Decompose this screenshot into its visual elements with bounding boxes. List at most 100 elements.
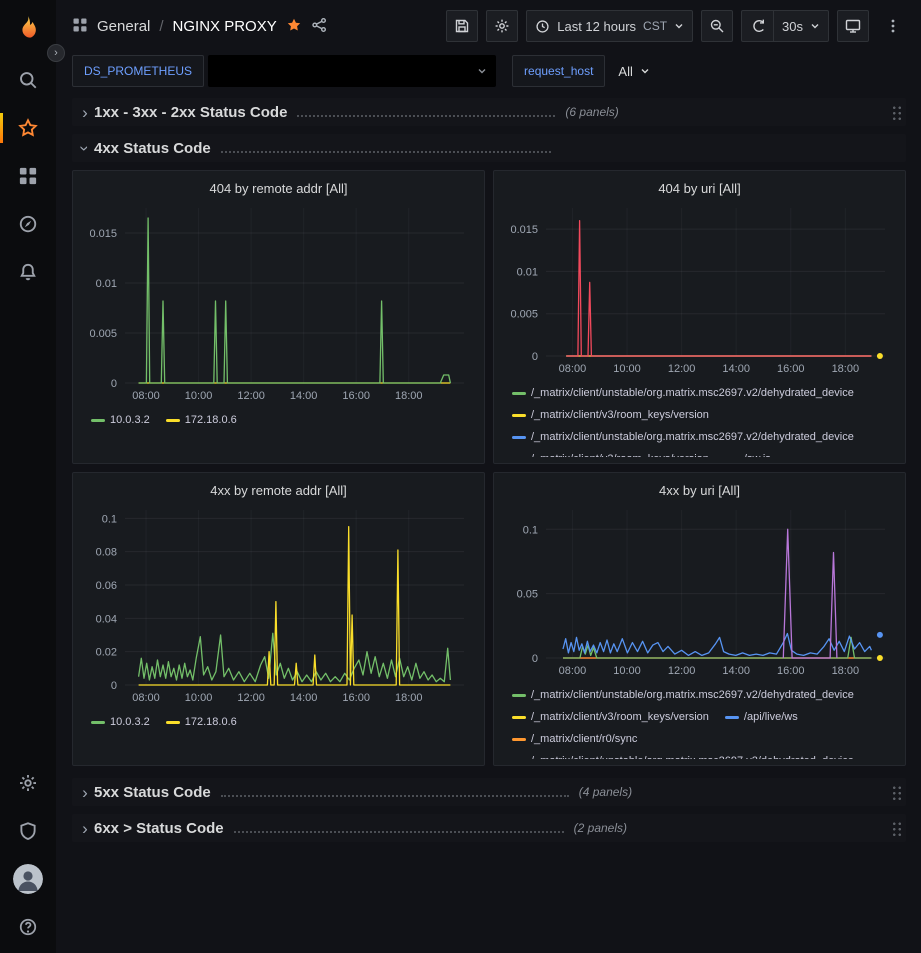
legend-item[interactable]: /_matrix/client/v3/room_keys/version <box>512 708 709 726</box>
dashboards-grid-icon <box>18 166 38 186</box>
gear-icon <box>494 18 510 34</box>
breadcrumb: General / NGINX PROXY <box>72 17 327 36</box>
svg-text:12:00: 12:00 <box>668 665 696 677</box>
svg-text:08:00: 08:00 <box>559 665 587 677</box>
variable-datasource: DS_PROMETHEUS <box>72 55 496 87</box>
legend-item[interactable]: /api/live/ws <box>725 708 798 726</box>
sidebar-item-configuration[interactable] <box>0 759 56 807</box>
legend-series-swatch <box>166 721 180 724</box>
dashboard-settings-button[interactable] <box>486 10 518 42</box>
refresh-interval-label: 30s <box>782 19 803 34</box>
svg-text:14:00: 14:00 <box>722 665 750 677</box>
variable-request-host: request_host All <box>512 55 659 87</box>
panel-title[interactable]: 404 by remote addr [All] <box>81 177 476 200</box>
legend-series-label: /_matrix/client/r0/sync <box>531 733 637 745</box>
time-series-chart[interactable]: 08:0010:0012:0014:0016:0018:0000.050.1 <box>502 502 897 683</box>
legend-series-swatch <box>512 436 526 439</box>
chart-canvas: 08:0010:0012:0014:0016:0018:0000.0050.01… <box>81 200 476 405</box>
legend-series-label: /_matrix/client/unstable/org.matrix.msc2… <box>531 755 854 759</box>
zoom-out-button[interactable] <box>701 10 733 42</box>
sidebar-item-starred[interactable] <box>0 104 56 152</box>
save-icon <box>454 18 470 34</box>
legend-item[interactable]: /_matrix/client/unstable/org.matrix.msc2… <box>512 384 854 402</box>
svg-text:12:00: 12:00 <box>237 390 265 402</box>
time-series-chart[interactable]: 08:0010:0012:0014:0016:0018:0000.0050.01… <box>502 200 897 381</box>
row-drag-handle[interactable] <box>891 820 902 837</box>
breadcrumb-title[interactable]: NGINX PROXY <box>173 18 277 35</box>
kebab-menu-button[interactable] <box>877 10 909 42</box>
row-drag-handle[interactable] <box>891 104 902 121</box>
time-series-chart[interactable]: 08:0010:0012:0014:0016:0018:0000.0050.01… <box>81 200 476 408</box>
panel-title[interactable]: 4xx by remote addr [All] <box>81 479 476 502</box>
panel-4xx-by-remote-addr: 4xx by remote addr [All] 08:0010:0012:00… <box>72 472 485 766</box>
gear-icon <box>18 773 38 793</box>
chart-canvas: 08:0010:0012:0014:0016:0018:0000.0050.01… <box>502 200 897 378</box>
tv-mode-button[interactable] <box>837 10 869 42</box>
svg-text:16:00: 16:00 <box>342 390 370 402</box>
svg-text:0.015: 0.015 <box>89 228 117 240</box>
legend-series-label: /_matrix/client/unstable/org.matrix.msc2… <box>531 431 854 443</box>
legend-item[interactable]: 10.0.3.2 <box>91 713 150 731</box>
row-drag-handle[interactable] <box>891 784 902 801</box>
legend-series-swatch <box>166 419 180 422</box>
sidebar-item-profile[interactable] <box>0 855 56 903</box>
panel-legend: 10.0.3.2 172.18.0.6 <box>81 710 476 731</box>
request-host-select[interactable]: All <box>609 55 658 87</box>
refresh-interval-dropdown[interactable]: 30s <box>773 10 829 42</box>
legend-item[interactable]: /_matrix/client/v3/room_keys/version <box>512 450 709 457</box>
svg-text:08:00: 08:00 <box>132 390 160 402</box>
panel-title[interactable]: 4xx by uri [All] <box>502 479 897 502</box>
variable-label-request-host: request_host <box>512 55 605 87</box>
grafana-app: › <box>0 0 921 953</box>
legend-series-label: /_matrix/client/v3/room_keys/version <box>531 409 709 421</box>
svg-text:18:00: 18:00 <box>832 665 860 677</box>
dashboard-row-5xx[interactable]: › 5xx Status Code (4 panels) <box>72 778 906 806</box>
sidebar-item-alerting[interactable] <box>0 248 56 296</box>
legend-item[interactable]: 172.18.0.6 <box>166 713 237 731</box>
breadcrumb-section[interactable]: General <box>97 18 150 35</box>
svg-text:0.05: 0.05 <box>517 589 538 601</box>
sidebar-item-explore[interactable] <box>0 200 56 248</box>
time-range-picker[interactable]: Last 12 hours CST <box>526 10 693 42</box>
time-series-chart[interactable]: 08:0010:0012:0014:0016:0018:0000.020.040… <box>81 502 476 710</box>
legend-item[interactable]: /sw.js <box>725 450 771 457</box>
legend-series-label: /api/live/ws <box>744 711 798 723</box>
row-dotted-leader <box>297 115 555 117</box>
avatar <box>13 864 43 894</box>
request-host-value: All <box>618 64 632 79</box>
svg-text:18:00: 18:00 <box>395 390 423 402</box>
timezone-label: CST <box>643 19 667 33</box>
dashboard-row-4xx[interactable]: › 4xx Status Code <box>72 134 906 162</box>
svg-text:10:00: 10:00 <box>613 665 641 677</box>
sidebar-item-server-admin[interactable] <box>0 807 56 855</box>
svg-text:10:00: 10:00 <box>613 363 641 375</box>
svg-text:0.01: 0.01 <box>96 278 117 290</box>
legend-item[interactable]: /_matrix/client/unstable/org.matrix.msc2… <box>512 752 854 759</box>
bell-icon <box>18 262 38 282</box>
favorite-star-icon[interactable] <box>286 17 302 36</box>
legend-item[interactable]: /_matrix/client/unstable/org.matrix.msc2… <box>512 686 854 704</box>
panel-title[interactable]: 404 by uri [All] <box>502 177 897 200</box>
sidebar-expand-button[interactable]: › <box>47 44 65 62</box>
legend-item[interactable]: /_matrix/client/v3/room_keys/version <box>512 406 709 424</box>
share-icon[interactable] <box>311 17 327 36</box>
dashboard-row-1xx-3xx-2xx[interactable]: › 1xx - 3xx - 2xx Status Code (6 panels) <box>72 98 906 126</box>
legend-item[interactable]: 172.18.0.6 <box>166 411 237 429</box>
sidebar-item-help[interactable] <box>0 903 56 951</box>
sidebar-nav-bottom <box>0 759 56 953</box>
save-dashboard-button[interactable] <box>446 10 478 42</box>
svg-text:0: 0 <box>532 351 538 363</box>
legend-series-label: /_matrix/client/v3/room_keys/version <box>531 711 709 723</box>
svg-text:0.015: 0.015 <box>510 224 538 236</box>
legend-series-swatch <box>512 738 526 741</box>
datasource-select[interactable] <box>208 55 496 87</box>
sidebar-item-dashboards[interactable] <box>0 152 56 200</box>
legend-item[interactable]: /_matrix/client/r0/sync <box>512 730 637 748</box>
sidebar-item-search[interactable] <box>0 56 56 104</box>
dashboard-row-6xx[interactable]: › 6xx > Status Code (2 panels) <box>72 814 906 842</box>
refresh-button[interactable] <box>741 10 773 42</box>
grafana-flame-icon <box>14 14 42 42</box>
legend-item[interactable]: /_matrix/client/unstable/org.matrix.msc2… <box>512 428 854 446</box>
chevron-down-icon <box>674 21 684 31</box>
legend-item[interactable]: 10.0.3.2 <box>91 411 150 429</box>
